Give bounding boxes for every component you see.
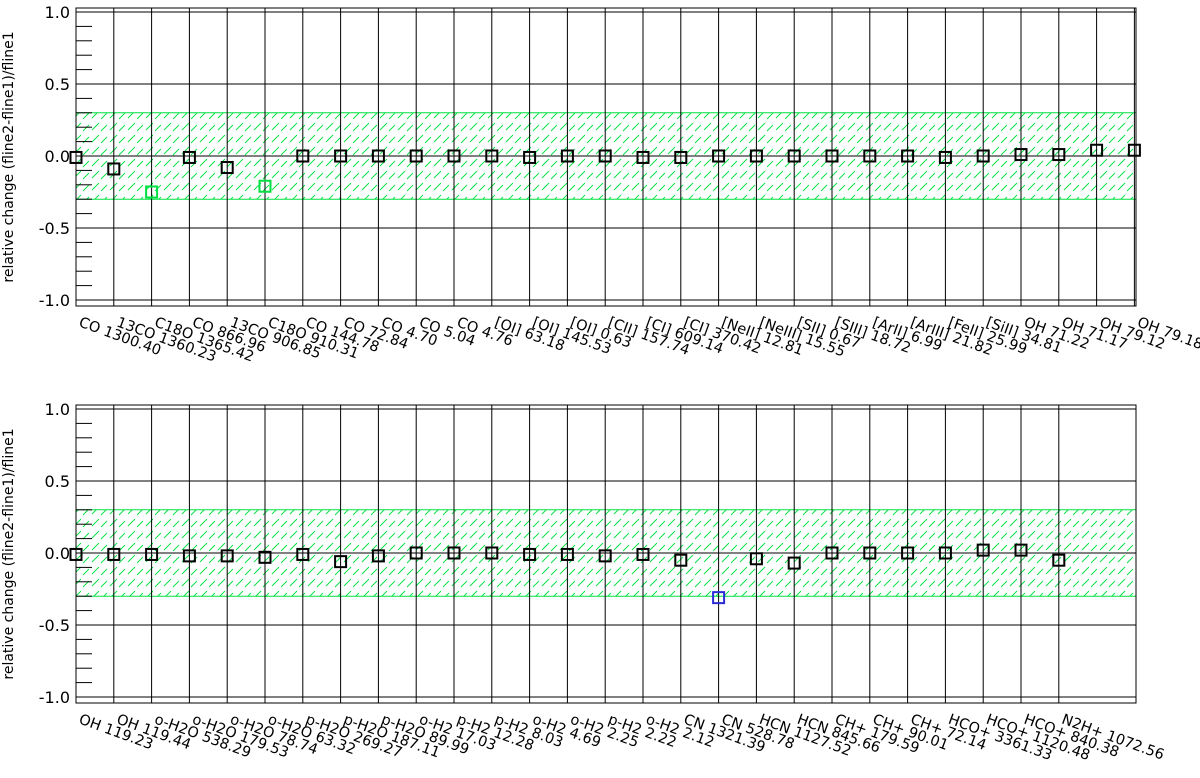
y-tick-label: 1.0 [45, 3, 70, 22]
y-axis-label: relative change (fline2-fline1)/fline1 [1, 31, 17, 282]
y-tick-label: -0.5 [39, 616, 70, 635]
y-tick-label: 0.5 [45, 472, 70, 491]
y-axis-label: relative change (fline2-fline1)/fline1 [1, 428, 17, 679]
chart-figure: -1.0 -0.5 0.0 0.5 1.0 relative change (fline2… [0, 0, 1200, 774]
y-tick-label: 0.0 [45, 147, 70, 166]
chart-panel-1: -1.0 -0.5 0.0 0.5 1.0 relative change (fline2… [1, 3, 1200, 366]
y-tick-label: 0.0 [45, 544, 70, 563]
y-tick-label: -1.0 [39, 688, 70, 707]
y-tick-label: 0.5 [45, 75, 70, 94]
y-tick-label: -0.5 [39, 219, 70, 238]
chart-panel-2: -1.0 -0.5 0.0 0.5 1.0 relative change (fline2… [1, 400, 1166, 764]
chart-svg: -1.0 -0.5 0.0 0.5 1.0 relative change (fline2… [1, 3, 1200, 764]
y-tick-label: 1.0 [45, 400, 70, 419]
y-tick-label: -1.0 [39, 291, 70, 310]
